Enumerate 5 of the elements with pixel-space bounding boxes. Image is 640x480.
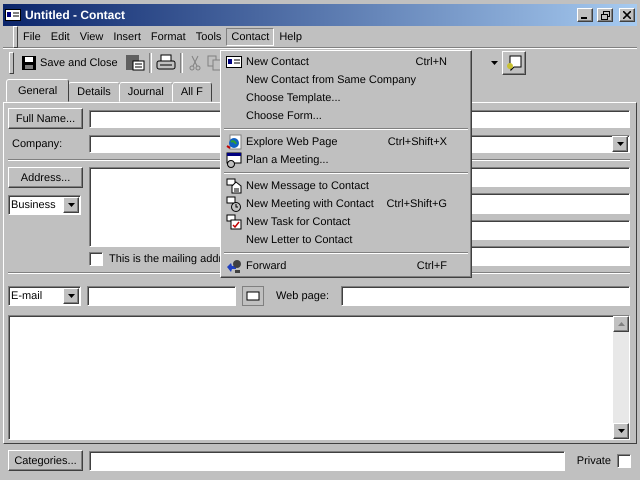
web-page-label: Web page: xyxy=(275,290,330,302)
private-label: Private xyxy=(576,454,611,466)
company-label: Company: xyxy=(11,138,64,150)
mailing-address-label: This is the mailing addr xyxy=(109,253,222,265)
window-title: Untitled - Contact xyxy=(25,8,126,22)
